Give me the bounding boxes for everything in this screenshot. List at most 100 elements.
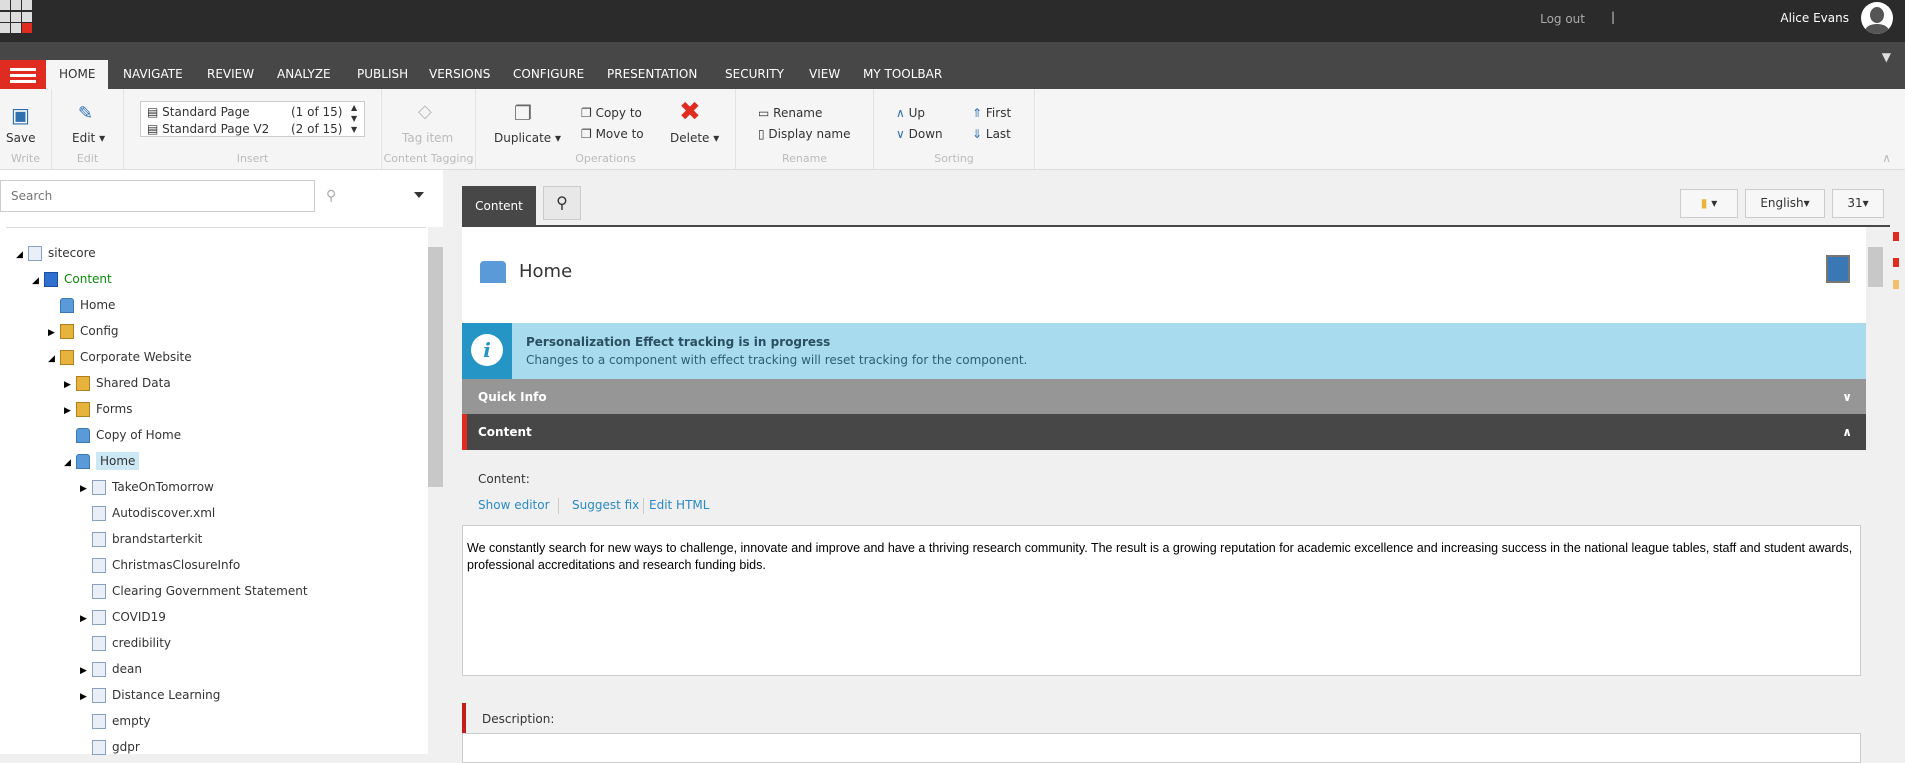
tab-my-toolbar[interactable]: MY TOOLBAR [850,60,955,89]
tree-node[interactable]: Copy of Home [64,424,181,446]
tree-node[interactable]: credibility [80,632,171,654]
section-content[interactable]: Content ∧ [462,414,1866,450]
tab-view[interactable]: VIEW [796,60,853,89]
section-quick-info[interactable]: Quick Info ∨ [462,379,1866,414]
logout-link[interactable]: Log out [1540,12,1585,26]
expand-toggle-icon[interactable]: ▶ [80,608,92,630]
tree-node[interactable]: ◢ Corporate Website [48,346,192,368]
edit-html-link[interactable]: Edit HTML [649,498,709,512]
tab-review[interactable]: REVIEW [194,60,267,89]
tree-node[interactable]: ▶ Config [48,320,119,342]
tab-analyze[interactable]: ANALYZE [264,60,344,89]
save-button[interactable]: Save [6,131,35,145]
tree-node[interactable]: Clearing Government Statement [80,580,308,602]
edit-button[interactable]: Edit ▾ [72,131,105,145]
tree-node-label[interactable]: Config [80,324,119,338]
search-tab-icon[interactable]: ⚲ [543,186,581,220]
sort-down-button[interactable]: ∨ Down [896,127,943,141]
tree-node[interactable]: Autodiscover.xml [80,502,215,524]
validation-marker[interactable] [1893,232,1899,241]
expand-toggle-icon[interactable]: ▶ [80,478,92,500]
tree-node[interactable]: empty [80,710,151,732]
expand-toggle-icon[interactable]: ▶ [80,686,92,708]
show-editor-link[interactable]: Show editor [462,498,550,512]
tree-node[interactable]: gdpr [80,736,140,758]
tree-node[interactable]: ◢ sitecore [16,242,96,264]
insert-option[interactable]: ▤ Standard Page [147,105,250,119]
validation-marker[interactable] [1893,258,1899,267]
tree-node-label[interactable]: TakeOnTomorrow [112,480,214,494]
expand-toggle-icon[interactable]: ▶ [80,660,92,682]
tree-node-label[interactable]: Home [96,452,140,470]
tree-node-label[interactable]: Content [64,272,112,286]
expand-toggle-icon[interactable]: ◢ [32,270,44,292]
sort-up-button[interactable]: ∧ Up [896,106,925,120]
tab-presentation[interactable]: PRESENTATION [594,60,710,89]
tree-node[interactable]: ChristmasClosureInfo [80,554,240,576]
tree-node-label[interactable]: Distance Learning [112,688,220,702]
expand-toggle-icon[interactable]: ◢ [64,452,76,474]
expand-toggle-icon[interactable]: ◢ [16,244,28,266]
sort-first-button[interactable]: ⇑ First [972,106,1011,120]
description-field[interactable] [462,733,1861,763]
tag-item-button[interactable]: Tag item [402,131,453,145]
tree-node[interactable]: ▶ Forms [64,398,132,420]
tree-node[interactable]: ▶ Shared Data [64,372,171,394]
tree-node-label[interactable]: sitecore [48,246,96,260]
search-input[interactable] [0,180,315,212]
tree-node[interactable]: ▶ COVID19 [80,606,166,628]
tree-node-label[interactable]: COVID19 [112,610,166,624]
tree-node-label[interactable]: Autodiscover.xml [112,506,215,520]
delete-button[interactable]: Delete ▾ [670,131,719,145]
search-icon[interactable]: ⚲ [326,188,336,204]
rename-button[interactable]: ▭ Rename [758,106,822,120]
tree-node-label[interactable]: Shared Data [96,376,171,390]
tree-node[interactable]: ◢ Content [32,268,112,290]
tree-node-label[interactable]: Home [80,298,115,312]
tree-node[interactable]: ▶ dean [80,658,142,680]
expand-toggle-icon[interactable]: ▶ [48,322,60,344]
insert-scroll-buttons[interactable]: ▲ ▼ ▼ [351,102,357,135]
tree-node-label[interactable]: Copy of Home [96,428,181,442]
tab-navigate[interactable]: NAVIGATE [110,60,196,89]
tree-node-label[interactable]: Corporate Website [80,350,192,364]
item-options-button[interactable]: ▮ ▾ [1680,189,1738,218]
tree-node-label[interactable]: gdpr [112,740,140,754]
tree-node[interactable]: brandstarterkit [80,528,202,550]
save-icon[interactable]: ▣ [11,103,30,127]
avatar-icon[interactable] [1861,2,1893,34]
expand-toggle-icon[interactable]: ▶ [64,400,76,422]
copy-to-button[interactable]: ❐ Copy to [581,106,642,120]
tree-node-label[interactable]: Forms [96,402,132,416]
ribbon-collapse-icon[interactable]: ▼ [1882,50,1891,64]
duplicate-button[interactable]: Duplicate ▾ [494,131,561,145]
tab-configure[interactable]: CONFIGURE [500,60,597,89]
tab-content[interactable]: Content [462,186,536,226]
app-launcher-icon[interactable] [0,0,34,34]
expand-toggle-icon[interactable]: ▶ [64,374,76,396]
tree-node-label[interactable]: dean [112,662,142,676]
tree-node[interactable]: ▶ TakeOnTomorrow [80,476,214,498]
tab-home[interactable]: HOME [46,60,109,89]
editor-scrollbar-thumb[interactable] [1868,247,1883,287]
tree-node[interactable]: Home [48,294,115,316]
tree-node-label[interactable]: empty [112,714,151,728]
display-name-button[interactable]: ▯ Display name [758,127,851,141]
version-selector[interactable]: 31▾ [1832,189,1884,218]
tree-node-label[interactable]: credibility [112,636,171,650]
language-selector[interactable]: English▾ [1745,189,1825,218]
suggest-fix-link[interactable]: Suggest fix [572,498,639,512]
tree-node-label[interactable]: ChristmasClosureInfo [112,558,240,572]
ribbon-minimize-icon[interactable]: ∧ [1882,151,1891,165]
search-dropdown-icon[interactable] [414,192,424,198]
user-icon[interactable] [1826,255,1850,283]
tree-node-label[interactable]: Clearing Government Statement [112,584,308,598]
sort-last-button[interactable]: ⇓ Last [972,127,1011,141]
insert-option[interactable]: ▤ Standard Page V2 [147,122,269,136]
validation-marker[interactable] [1893,280,1899,289]
editor-scrollbar[interactable] [1866,227,1883,754]
tab-versions[interactable]: VERSIONS [416,60,503,89]
move-to-button[interactable]: ❐ Move to [581,127,644,141]
content-field[interactable]: We constantly search for new ways to cha… [462,525,1861,676]
tree-node-label[interactable]: brandstarterkit [112,532,202,546]
